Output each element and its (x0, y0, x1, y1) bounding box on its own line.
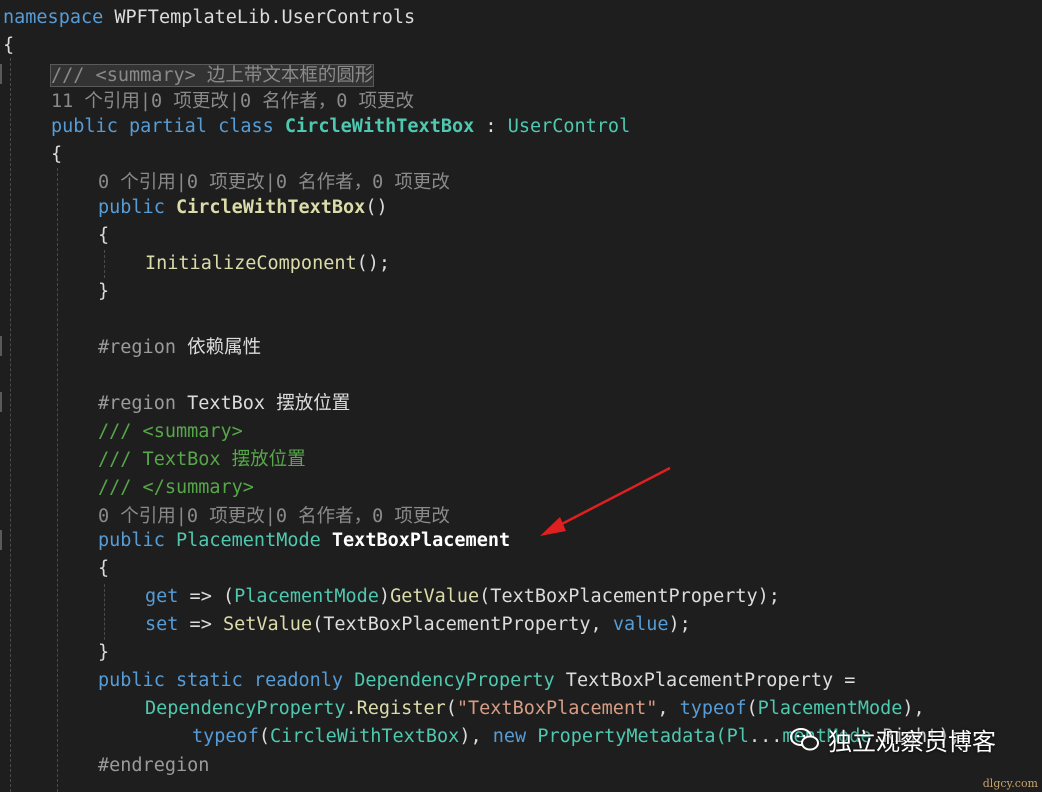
watermark-text: 独立观察员博客 (828, 728, 996, 756)
watermark: 独立观察员博客 (790, 722, 996, 757)
wechat-icon (790, 727, 819, 750)
code-editor[interactable]: namespace WPFTemplateLib.UserControls { … (0, 0, 1042, 792)
annotation-arrow (540, 466, 671, 536)
watermark-site: dlgcy.com (982, 777, 1038, 790)
